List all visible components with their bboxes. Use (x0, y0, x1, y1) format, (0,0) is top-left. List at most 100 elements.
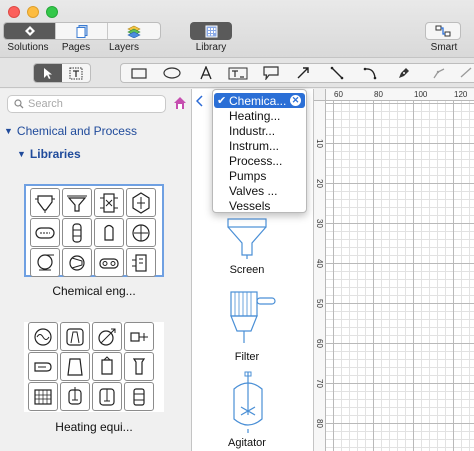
layers-button[interactable] (108, 23, 160, 39)
smart-button[interactable] (425, 22, 461, 40)
selection-tools (33, 63, 91, 83)
pages-label: Pages (61, 42, 91, 53)
shape-agitator[interactable] (228, 371, 268, 433)
dropdown-item-valves[interactable]: Valves ... (213, 183, 306, 198)
shape-preview (60, 382, 90, 411)
disclosure-triangle-icon: ▼ (4, 126, 13, 136)
vertical-ruler[interactable]: 10 20 30 40 50 60 70 80 (314, 101, 326, 451)
ellipse-icon (163, 67, 181, 79)
panel-switcher (3, 22, 161, 40)
zoom-window-button[interactable] (46, 6, 58, 18)
shape-label-agitator: Agitator (228, 437, 266, 449)
library-button[interactable] (190, 22, 232, 40)
minimize-window-button[interactable] (27, 6, 39, 18)
pointer-tool[interactable] (34, 64, 62, 82)
search-input[interactable] (28, 98, 158, 110)
solution-title: Chemical and Process (16, 124, 137, 138)
evaporator-icon (133, 387, 145, 406)
drawing-canvas[interactable] (326, 101, 474, 451)
solutions-home-button[interactable] (173, 96, 187, 113)
ruler-tick-label: 40 (315, 259, 324, 268)
furnace-icon (66, 327, 84, 346)
shape-preview (92, 322, 122, 351)
shape-preview (94, 248, 124, 277)
ruler-tick-label: 50 (315, 299, 324, 308)
close-window-button[interactable] (8, 6, 20, 18)
ruler-tick-label: 20 (315, 179, 324, 188)
dropdown-item-label: Chemica... (229, 93, 287, 108)
solution-tree-item[interactable]: ▼ Chemical and Process (4, 124, 137, 138)
callout-tool[interactable] (260, 63, 282, 83)
horizontal-ruler[interactable]: 60 80 100 120 (314, 89, 474, 101)
dropdown-item-heating[interactable]: Heating... (213, 108, 306, 123)
freehand-tool[interactable] (458, 63, 474, 83)
agitator-shape-icon (233, 371, 263, 433)
mixer-icon (132, 223, 150, 242)
back-button[interactable] (195, 95, 204, 110)
rectangle-tool[interactable] (128, 63, 150, 83)
heater-icon (34, 327, 52, 346)
arrow-line-icon (297, 67, 309, 79)
search-box (7, 95, 166, 113)
line-icon (330, 66, 344, 80)
filter-funnel-icon (67, 195, 87, 212)
solutions-label: Solutions (7, 42, 49, 53)
rectangle-icon (131, 67, 147, 79)
shape-preview (60, 352, 90, 381)
agitated-vessel-icon (68, 386, 82, 405)
arrow-line-tool[interactable] (292, 63, 314, 83)
arc-icon (363, 67, 377, 80)
layers-icon (127, 25, 141, 38)
pages-button[interactable] (56, 23, 108, 39)
shape-filter[interactable] (217, 289, 279, 347)
layers-label: Layers (108, 42, 139, 53)
ellipse-tool[interactable] (161, 63, 183, 83)
library-thumbnail-heating[interactable] (24, 322, 164, 412)
shape-preview (124, 352, 154, 381)
libraries-tree-item[interactable]: ▼ Libraries (17, 147, 81, 161)
shape-preview (62, 218, 92, 247)
shape-preview (92, 352, 122, 381)
library-browser-panel: ▼ Chemical and Process ▼ Libraries (0, 89, 192, 451)
instrument-panel-icon (132, 253, 147, 272)
shape-preview (126, 188, 156, 217)
shape-preview (30, 248, 60, 277)
dropdown-item-instruments[interactable]: Instrum... (213, 138, 306, 153)
dropdown-item-chemical[interactable]: ✔ Chemica... ✕ (214, 93, 305, 108)
dropdown-item-pumps[interactable]: Pumps (213, 168, 306, 183)
polyline-tool[interactable] (428, 63, 450, 83)
text-box-tool[interactable] (62, 64, 90, 82)
dropdown-item-vessels[interactable]: Vessels (213, 198, 306, 213)
boiler-icon (34, 361, 52, 372)
arc-tool[interactable] (359, 63, 381, 83)
shape-preview (28, 382, 58, 411)
shape-preview (126, 218, 156, 247)
polyline-icon (433, 68, 445, 79)
ruler-corner (314, 89, 326, 101)
dropdown-item-industrial[interactable]: Industr... (213, 123, 306, 138)
window-toolbar: Solutions Pages Layers Library Smart (0, 0, 474, 58)
drawing-tools-bar (0, 58, 474, 88)
smart-label: Smart (430, 42, 458, 53)
solutions-icon (24, 26, 35, 36)
solutions-button[interactable] (4, 23, 56, 39)
text-block-tool[interactable] (226, 63, 250, 83)
shape-preview (62, 248, 92, 277)
close-library-icon[interactable]: ✕ (290, 95, 301, 106)
cyclone-separator-icon (35, 194, 55, 213)
checkmark-icon: ✔ (217, 95, 227, 107)
arrow-pointer-icon (44, 67, 52, 79)
line-tool[interactable] (326, 63, 348, 83)
reactor-icon (132, 191, 150, 214)
library-icon (205, 25, 217, 37)
shape-preview (28, 322, 58, 351)
ruler-tick-label: 80 (374, 90, 383, 99)
library-label: Library (195, 42, 227, 53)
text-tool[interactable] (195, 63, 217, 83)
shape-preview (30, 188, 60, 217)
library-thumbnail-chemical[interactable] (24, 184, 164, 277)
dropdown-item-process[interactable]: Process... (213, 153, 306, 168)
pen-tool[interactable] (393, 63, 415, 83)
vessel-icon (104, 224, 114, 241)
shape-preview (124, 322, 154, 351)
